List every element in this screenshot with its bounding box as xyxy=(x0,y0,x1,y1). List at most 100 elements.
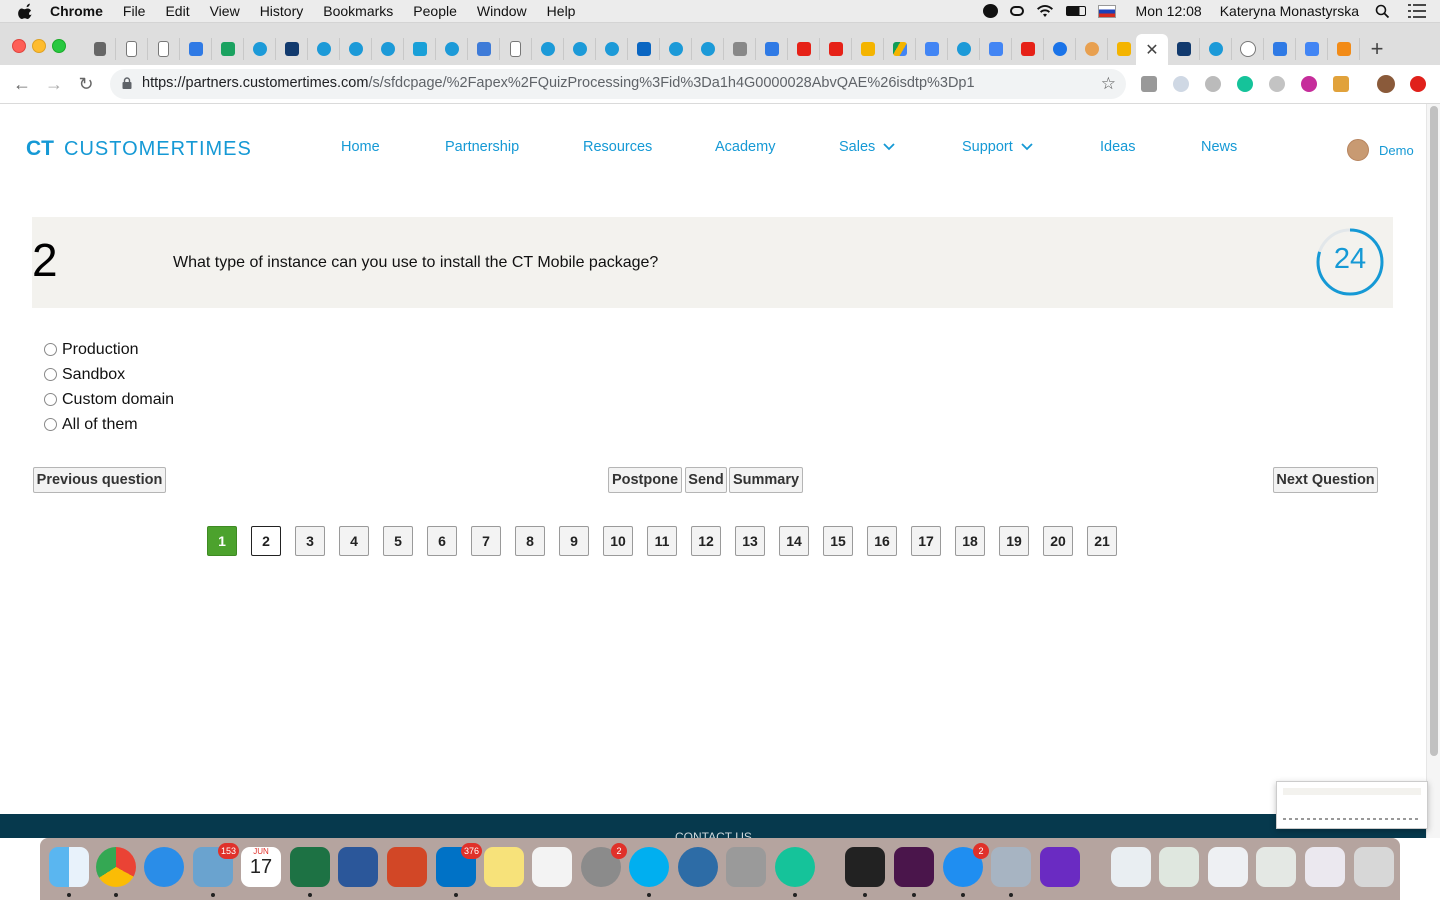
trash-icon[interactable] xyxy=(1354,847,1394,887)
quicktime-icon[interactable] xyxy=(678,847,718,887)
powerpoint-icon[interactable] xyxy=(387,847,427,887)
activity-monitor-icon[interactable] xyxy=(845,847,885,887)
answer-option[interactable]: Custom domain xyxy=(44,387,174,412)
contact-us-link[interactable]: CONTACT US xyxy=(675,830,752,838)
nav-ideas[interactable]: Ideas xyxy=(1100,139,1135,155)
system-preferences-icon[interactable]: 2 xyxy=(581,843,627,887)
page-button[interactable]: 1 xyxy=(207,526,237,556)
menu-window[interactable]: Window xyxy=(477,3,527,19)
menu-file[interactable]: File xyxy=(123,3,146,19)
postpone-button[interactable]: Postpone xyxy=(608,467,682,493)
page-button[interactable]: 16 xyxy=(867,526,897,556)
reload-icon[interactable]: ↻ xyxy=(76,74,96,94)
profile-avatar[interactable] xyxy=(1377,75,1395,93)
document-stack-icon[interactable] xyxy=(1256,847,1296,887)
page-button[interactable]: 8 xyxy=(515,526,545,556)
google-docs-tab-icon[interactable] xyxy=(916,38,948,60)
menu-bookmarks[interactable]: Bookmarks xyxy=(323,3,393,19)
radio-button[interactable] xyxy=(44,393,57,406)
page-button[interactable]: 6 xyxy=(427,526,457,556)
page-button[interactable]: 18 xyxy=(955,526,985,556)
url-text[interactable]: https://partners.customertimes.com/s/sfd… xyxy=(142,75,975,91)
tab-favicon[interactable] xyxy=(372,38,404,60)
google-translate-tab-icon[interactable] xyxy=(1296,38,1328,60)
new-tab-button[interactable]: + xyxy=(1366,38,1388,60)
page-button[interactable]: 19 xyxy=(999,526,1029,556)
wifi-icon[interactable] xyxy=(1036,4,1054,18)
tab-favicon[interactable] xyxy=(1328,38,1360,60)
tab-favicon[interactable] xyxy=(116,38,148,60)
menu-edit[interactable]: Edit xyxy=(165,3,189,19)
page-button[interactable]: 12 xyxy=(691,526,721,556)
google-docs-tab-icon[interactable] xyxy=(980,38,1012,60)
calendar-icon[interactable]: JUN 17 xyxy=(241,847,281,887)
google-drive-tab-icon[interactable] xyxy=(884,38,916,60)
page-button[interactable]: 10 xyxy=(603,526,633,556)
page-button[interactable]: 21 xyxy=(1087,526,1117,556)
creative-cloud-icon[interactable] xyxy=(1009,6,1024,16)
tab-favicon[interactable] xyxy=(532,38,564,60)
reminders-icon[interactable] xyxy=(532,847,572,887)
tab-favicon[interactable] xyxy=(244,38,276,60)
menu-people[interactable]: People xyxy=(413,3,457,19)
site-logo[interactable]: CT CUSTOMERTIMES xyxy=(26,137,252,161)
slack-icon[interactable] xyxy=(894,847,934,887)
tab-favicon[interactable] xyxy=(724,38,756,60)
tab-favicon[interactable] xyxy=(500,38,532,60)
imovie-icon[interactable] xyxy=(1040,847,1080,887)
apple-icon[interactable] xyxy=(18,3,34,19)
back-icon[interactable]: ← xyxy=(12,74,32,94)
tab-favicon[interactable] xyxy=(1264,38,1296,60)
nav-resources[interactable]: Resources xyxy=(583,139,652,155)
next-question-button[interactable]: Next Question xyxy=(1273,467,1378,493)
menu-view[interactable]: View xyxy=(210,3,240,19)
nav-academy[interactable]: Academy xyxy=(715,139,775,155)
tab-favicon[interactable] xyxy=(692,38,724,60)
grammarly-icon[interactable] xyxy=(775,847,815,887)
calculator-icon[interactable] xyxy=(726,847,766,887)
spotlight-search-icon[interactable] xyxy=(1375,4,1390,19)
linkedin-tab-icon[interactable] xyxy=(628,38,660,60)
clock-text[interactable]: Mon 12:08 xyxy=(1136,3,1202,19)
extension-icon[interactable] xyxy=(1205,76,1221,92)
nav-news[interactable]: News xyxy=(1201,139,1237,155)
active-tab[interactable]: ✕ xyxy=(1136,34,1168,65)
nav-sales[interactable]: Sales xyxy=(839,139,895,155)
tab-favicon[interactable] xyxy=(852,38,884,60)
mail-icon[interactable]: 153 xyxy=(193,843,239,887)
tab-favicon[interactable] xyxy=(948,38,980,60)
safari-icon[interactable] xyxy=(144,847,184,887)
skype-status-icon[interactable] xyxy=(982,4,998,18)
page-button[interactable]: 9 xyxy=(559,526,589,556)
tab-favicon[interactable] xyxy=(660,38,692,60)
extension-icon[interactable] xyxy=(1301,76,1317,92)
flag-icon[interactable] xyxy=(1097,4,1116,18)
user-name-text[interactable]: Kateryna Monastyrska xyxy=(1220,3,1359,19)
youtube-tab-icon[interactable] xyxy=(1012,38,1044,60)
battery-icon[interactable] xyxy=(1065,6,1086,16)
extension-icon[interactable] xyxy=(1333,76,1349,92)
document-stack-icon[interactable] xyxy=(1208,847,1248,887)
user-menu[interactable]: Demo xyxy=(1347,139,1414,161)
answer-option[interactable]: Production xyxy=(44,337,174,362)
page-button[interactable]: 15 xyxy=(823,526,853,556)
outlook-icon[interactable]: 376 xyxy=(436,843,482,887)
tab-favicon[interactable] xyxy=(84,38,116,60)
notification-center-icon[interactable] xyxy=(1408,4,1426,18)
maximize-window-icon[interactable] xyxy=(52,39,66,53)
tab-favicon[interactable] xyxy=(1076,38,1108,60)
app-store-icon[interactable]: 2 xyxy=(943,843,989,887)
answer-option[interactable]: Sandbox xyxy=(44,362,174,387)
tab-favicon[interactable] xyxy=(212,38,244,60)
send-button[interactable]: Send xyxy=(685,467,727,493)
update-icon[interactable] xyxy=(1410,76,1426,92)
tab-favicon[interactable] xyxy=(1232,38,1264,60)
xlsx-file-icon[interactable] xyxy=(1111,847,1151,887)
close-window-icon[interactable] xyxy=(12,39,26,53)
minimize-window-icon[interactable] xyxy=(32,39,46,53)
page-button[interactable]: 20 xyxy=(1043,526,1073,556)
extension-icon[interactable] xyxy=(1269,76,1285,92)
page-button[interactable]: 2 xyxy=(251,526,281,556)
page-scrollbar[interactable] xyxy=(1426,104,1440,838)
extension-icon[interactable] xyxy=(1141,76,1157,92)
